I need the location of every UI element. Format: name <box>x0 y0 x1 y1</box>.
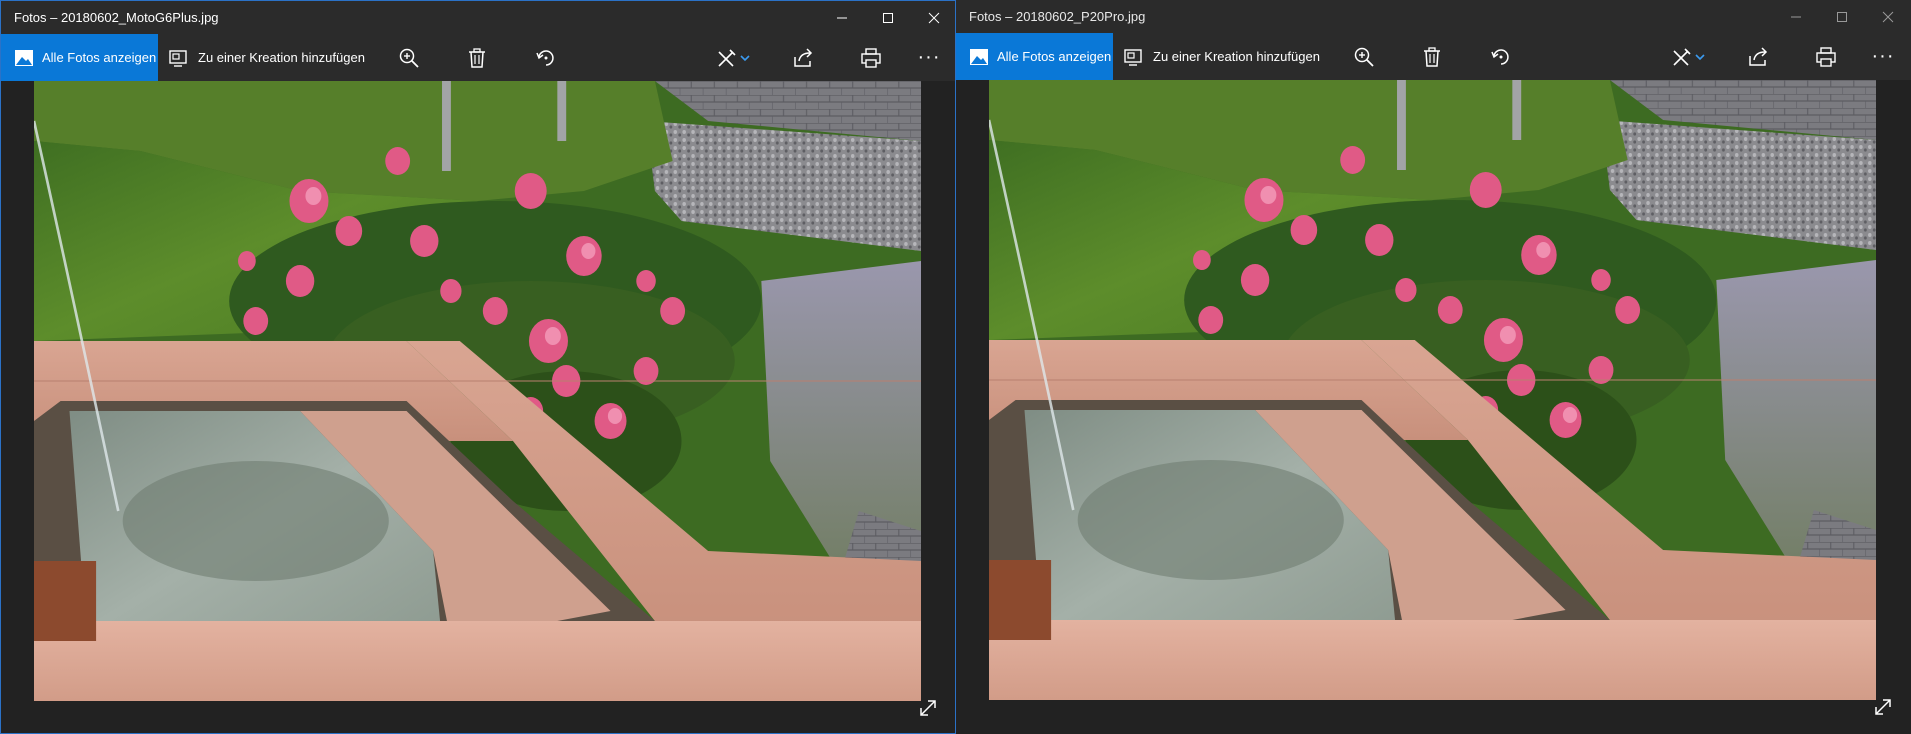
title-bar[interactable]: Fotos – 20180602_MotoG6Plus.jpg <box>1 1 955 34</box>
chevron-down-icon <box>740 54 750 61</box>
close-button[interactable] <box>1865 0 1911 33</box>
add-to-creation-button[interactable]: Zu einer Kreation hinzufügen <box>1123 33 1320 80</box>
minimize-button[interactable] <box>819 1 865 34</box>
print-button[interactable] <box>851 34 891 81</box>
close-icon <box>1882 11 1894 22</box>
zoom-button[interactable] <box>389 34 429 81</box>
delete-button[interactable] <box>457 34 497 81</box>
share-button[interactable] <box>1738 33 1778 80</box>
minimize-icon <box>1791 16 1801 17</box>
title-bar[interactable]: Fotos – 20180602_P20Pro.jpg <box>956 0 1911 33</box>
toolbar: Alle Fotos anzeigen Zu einer Kreation hi… <box>956 33 1911 80</box>
more-button[interactable]: ··· <box>909 34 949 81</box>
edit-icon <box>718 48 736 67</box>
photo-viewport[interactable] <box>989 80 1876 700</box>
add-to-creation-button[interactable]: Zu einer Kreation hinzufügen <box>168 34 365 81</box>
add-to-creation-label: Zu einer Kreation hinzufügen <box>198 50 365 65</box>
close-icon <box>928 12 940 23</box>
maximize-button[interactable] <box>865 1 911 34</box>
zoom-in-icon <box>399 48 419 68</box>
all-photos-button[interactable]: Alle Fotos anzeigen <box>1 34 158 81</box>
maximize-icon <box>883 12 893 23</box>
image-icon <box>15 49 33 66</box>
photos-window-left: Fotos – 20180602_MotoG6Plus.jpg Alle Fot… <box>0 0 956 734</box>
rotate-icon <box>536 49 554 66</box>
delete-button[interactable] <box>1412 33 1452 80</box>
print-button[interactable] <box>1806 33 1846 80</box>
more-icon: ··· <box>917 46 941 68</box>
close-button[interactable] <box>911 1 955 34</box>
chevron-down-icon <box>1695 53 1705 60</box>
more-icon: ··· <box>1871 45 1895 67</box>
share-icon <box>1749 46 1768 66</box>
print-icon <box>861 47 881 68</box>
maximize-icon <box>1837 11 1847 22</box>
trash-icon <box>1424 46 1440 67</box>
photo-image <box>34 81 921 701</box>
photos-window-right: Fotos – 20180602_P20Pro.jpg Alle Fotos a… <box>956 0 1911 734</box>
trash-icon <box>469 47 485 68</box>
zoom-button[interactable] <box>1344 33 1384 80</box>
rotate-button[interactable] <box>526 34 566 81</box>
zoom-in-icon <box>1354 47 1374 67</box>
edit-button[interactable] <box>1663 33 1713 80</box>
rotate-icon <box>1491 48 1509 65</box>
more-button[interactable]: ··· <box>1863 33 1903 80</box>
window-title: Fotos – 20180602_P20Pro.jpg <box>969 9 1146 24</box>
add-to-creation-label: Zu einer Kreation hinzufügen <box>1153 49 1320 64</box>
creation-icon <box>1124 48 1142 66</box>
photo-viewport[interactable] <box>34 81 921 701</box>
minimize-icon <box>837 17 847 18</box>
expand-icon[interactable] <box>1873 697 1893 717</box>
share-button[interactable] <box>783 34 823 81</box>
rotate-button[interactable] <box>1481 33 1521 80</box>
photo-image <box>989 80 1876 700</box>
minimize-button[interactable] <box>1773 0 1819 33</box>
all-photos-label: Alle Fotos anzeigen <box>42 50 157 65</box>
share-icon <box>794 47 813 67</box>
all-photos-button[interactable]: Alle Fotos anzeigen <box>956 33 1113 80</box>
all-photos-label: Alle Fotos anzeigen <box>997 49 1112 64</box>
image-icon <box>970 48 988 65</box>
edit-icon <box>1673 47 1691 66</box>
expand-icon[interactable] <box>918 698 938 718</box>
window-title: Fotos – 20180602_MotoG6Plus.jpg <box>14 10 219 25</box>
print-icon <box>1816 46 1836 67</box>
creation-icon <box>169 49 187 67</box>
toolbar: Alle Fotos anzeigen Zu einer Kreation hi… <box>1 34 955 81</box>
edit-button[interactable] <box>708 34 758 81</box>
maximize-button[interactable] <box>1819 0 1865 33</box>
